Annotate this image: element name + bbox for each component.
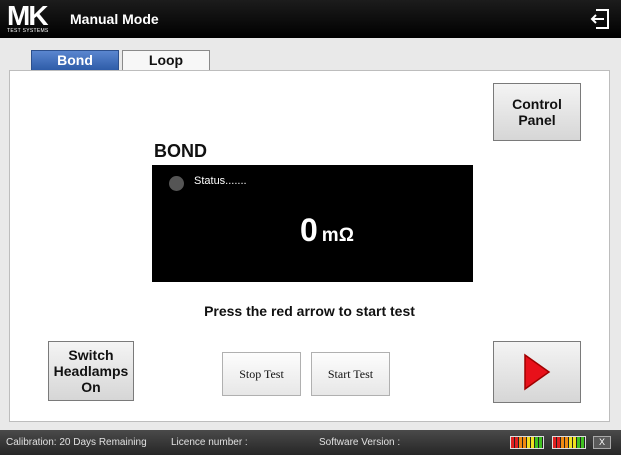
tab-bar: Bond Loop [31,50,213,70]
software-version: Software Version : [319,437,401,448]
close-button[interactable]: X [593,436,611,449]
control-panel-button[interactable]: Control Panel [493,83,581,141]
stop-test-button[interactable]: Stop Test [222,352,301,396]
start-test-button[interactable]: Start Test [311,352,390,396]
reading-value: 0 [300,212,318,248]
mk-logo: MK TEST SYSTEMS [7,1,63,35]
licence-number: Licence number : [171,437,248,448]
status-bar: Calibration: 20 Days Remaining Licence n… [0,430,621,455]
logo-subtext: TEST SYSTEMS [7,28,49,34]
page-title: Manual Mode [70,11,159,27]
reading-display: Status....... 0 mΩ [152,165,473,282]
play-arrow-icon [524,353,551,391]
tab-bond[interactable]: Bond [31,50,119,70]
switch-headlamps-button[interactable]: Switch Headlamps On [48,341,134,401]
instruction-text: Press the red arrow to start test [204,303,415,319]
meter-bar [581,437,585,448]
reading-unit: mΩ [321,225,354,246]
tab-loop[interactable]: Loop [122,50,210,70]
signal-meter-icon [510,436,544,449]
status-led-icon [169,176,184,191]
bond-panel: Control Panel BOND Status....... 0 mΩ Pre… [9,70,610,422]
logo-text: MK [7,0,49,31]
battery-meter-icon [552,436,586,449]
meter-bar [539,437,543,448]
calibration-status: Calibration: 20 Days Remaining [6,437,147,448]
resistance-reading: 0 mΩ [300,212,354,249]
run-test-button[interactable] [493,341,581,403]
exit-icon[interactable] [589,8,611,30]
title-bar: MK TEST SYSTEMS Manual Mode [0,0,621,38]
bond-heading: BOND [154,141,207,161]
switch-headlamps-label: Switch Headlamps On [53,347,129,395]
control-panel-label: Control Panel [512,96,562,128]
status-text: Status....... [194,175,247,187]
